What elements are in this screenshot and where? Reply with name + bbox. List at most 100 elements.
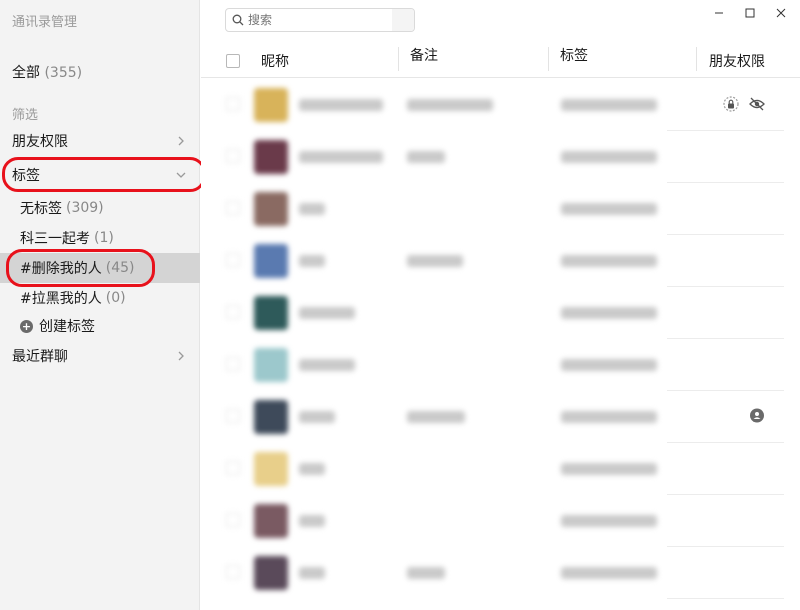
avatar <box>254 400 288 434</box>
search-box[interactable] <box>225 8 415 32</box>
sidebar: 通讯录管理 全部 (355) 筛选 朋友权限 标签 无标签 (309) 科三一起… <box>0 0 200 610</box>
column-divider <box>398 47 399 71</box>
nickname-blurred <box>299 99 383 111</box>
nickname-blurred <box>299 463 325 475</box>
tag-item-blocked-me[interactable]: #拉黑我的人 (0) <box>0 283 200 313</box>
tag-count: (0) <box>105 290 126 306</box>
nickname-blurred <box>299 567 325 579</box>
avatar <box>254 504 288 538</box>
row-checkbox[interactable] <box>226 409 240 423</box>
avatar <box>254 348 288 382</box>
permission-icons <box>722 95 766 113</box>
avatar <box>254 452 288 486</box>
select-all-checkbox[interactable] <box>226 54 240 68</box>
contacts-table-body <box>201 79 800 599</box>
table-row[interactable] <box>201 443 800 495</box>
row-checkbox[interactable] <box>226 565 240 579</box>
minimize-button[interactable] <box>711 6 727 20</box>
nickname-blurred <box>299 255 325 267</box>
chevron-right-icon <box>178 351 184 361</box>
row-checkbox[interactable] <box>226 305 240 319</box>
tag-blurred <box>561 255 657 267</box>
sidebar-item-label: 朋友权限 <box>12 134 68 150</box>
row-checkbox[interactable] <box>226 97 240 111</box>
row-checkbox[interactable] <box>226 201 240 215</box>
sidebar-item-recent-groups[interactable]: 最近群聊 <box>0 341 200 371</box>
column-header-friend-permission[interactable]: 朋友权限 <box>709 44 765 78</box>
table-row[interactable] <box>201 131 800 183</box>
create-tag-label: 创建标签 <box>39 319 95 335</box>
create-tag-button[interactable]: + 创建标签 <box>0 311 200 341</box>
column-header-nickname[interactable]: 昵称 <box>261 44 289 78</box>
chevron-right-icon <box>178 136 184 146</box>
tag-blurred <box>561 359 657 371</box>
row-checkbox[interactable] <box>226 357 240 371</box>
row-checkbox[interactable] <box>226 513 240 527</box>
table-row[interactable] <box>201 235 800 287</box>
table-row[interactable] <box>201 495 800 547</box>
maximize-icon <box>745 8 755 18</box>
table-row[interactable] <box>201 183 800 235</box>
remark-blurred <box>407 255 463 267</box>
search-box-end <box>392 9 414 31</box>
avatar <box>254 244 288 278</box>
row-checkbox[interactable] <box>226 149 240 163</box>
tag-blurred <box>561 567 657 579</box>
sidebar-item-all[interactable]: 全部 (355) <box>12 62 82 82</box>
table-row[interactable] <box>201 287 800 339</box>
row-checkbox[interactable] <box>226 253 240 267</box>
row-checkbox[interactable] <box>226 461 240 475</box>
tag-blurred <box>561 151 657 163</box>
nickname-blurred <box>299 203 325 215</box>
lock-icon <box>723 96 739 112</box>
filter-heading: 筛选 <box>12 108 39 123</box>
remark-blurred <box>407 151 445 163</box>
sidebar-item-label: 最近群聊 <box>12 349 68 365</box>
chat-bubble-icon <box>750 408 764 423</box>
select-all-cell[interactable] <box>226 44 240 78</box>
column-header-tags[interactable]: 标签 <box>560 38 588 72</box>
table-row[interactable] <box>201 79 800 131</box>
close-button[interactable] <box>773 6 789 20</box>
chevron-down-icon <box>176 172 186 178</box>
search-input[interactable] <box>248 13 398 27</box>
maximize-button[interactable] <box>742 6 758 20</box>
close-icon <box>776 8 786 18</box>
plus-circle-icon: + <box>20 319 33 333</box>
tag-blurred <box>561 411 657 423</box>
tag-label: #拉黑我的人 <box>20 291 102 307</box>
nickname-blurred <box>299 307 355 319</box>
sidebar-item-tags[interactable]: 标签 <box>0 160 200 190</box>
tag-blurred <box>561 463 657 475</box>
remark-blurred <box>407 99 493 111</box>
column-divider <box>696 47 697 71</box>
tag-item-deleted-me[interactable]: #删除我的人 (45) <box>0 253 200 283</box>
remark-blurred <box>407 567 445 579</box>
column-header-remark[interactable]: 备注 <box>410 38 438 72</box>
tag-count: (1) <box>94 230 114 246</box>
sidebar-item-friend-permission[interactable]: 朋友权限 <box>0 126 200 156</box>
tag-item-exam[interactable]: 科三一起考 (1) <box>0 223 200 253</box>
minimize-icon <box>715 12 723 14</box>
tag-count: (309) <box>66 200 104 216</box>
avatar <box>254 296 288 330</box>
column-divider <box>548 47 549 71</box>
tag-count: (45) <box>105 260 135 276</box>
table-row[interactable] <box>201 547 800 599</box>
contacts-panel: 昵称 备注 标签 朋友权限 <box>201 0 800 610</box>
sidebar-item-label: 标签 <box>12 168 40 184</box>
table-row[interactable] <box>201 391 800 443</box>
search-icon <box>232 14 244 26</box>
tag-item-untagged[interactable]: 无标签 (309) <box>0 193 200 223</box>
tag-blurred <box>561 99 657 111</box>
table-header: 昵称 备注 标签 朋友权限 <box>201 44 800 78</box>
nickname-blurred <box>299 151 383 163</box>
avatar <box>254 192 288 226</box>
table-row[interactable] <box>201 339 800 391</box>
sidebar-item-all-count: (355) <box>44 65 83 81</box>
nickname-blurred <box>299 515 325 527</box>
tag-blurred <box>561 307 657 319</box>
nickname-blurred <box>299 359 355 371</box>
avatar <box>254 88 288 122</box>
tag-label: #删除我的人 <box>20 261 102 277</box>
